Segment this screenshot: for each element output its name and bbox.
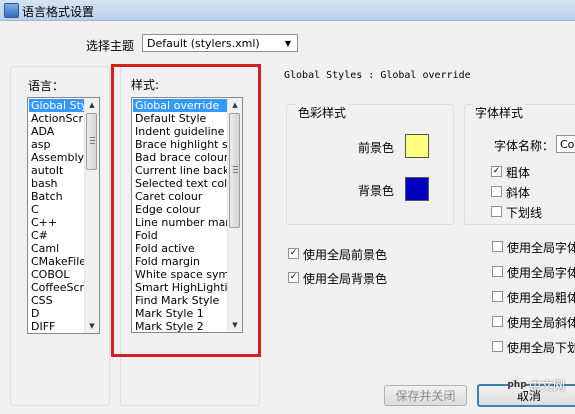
language-list-item[interactable]: D — [29, 307, 86, 320]
use-global-font-checkbox[interactable] — [492, 241, 503, 252]
language-list-item[interactable]: asp — [29, 138, 86, 151]
save-close-button[interactable]: 保存并关闭 — [384, 385, 467, 406]
language-label: 语言： — [28, 79, 65, 93]
font-style-title: 字体样式 — [473, 104, 526, 121]
language-list-item[interactable]: Assembly — [29, 151, 86, 164]
font-name-value: Co — [560, 138, 575, 151]
check-icon: ✓ — [492, 166, 501, 176]
language-list-item[interactable]: ActionScript — [29, 112, 86, 125]
language-list-item[interactable]: CMakeFile — [29, 255, 86, 268]
use-global-underline-checkbox[interactable] — [492, 341, 503, 352]
language-list-item[interactable]: bash — [29, 177, 86, 190]
use-global-bold-label: 使用全局粗体 — [507, 291, 575, 305]
app-icon — [4, 3, 19, 18]
scroll-thumb[interactable] — [86, 113, 97, 170]
use-global-italic-label: 使用全局斜体 — [507, 316, 575, 330]
use-global-italic-checkbox[interactable] — [492, 316, 503, 327]
style-path-heading: Global Styles : Global override — [284, 70, 471, 81]
php-logo-icon: php — [507, 376, 527, 394]
italic-checkbox[interactable] — [491, 186, 502, 197]
use-global-underline-label: 使用全局下划 — [507, 341, 575, 355]
language-list-item[interactable]: autoIt — [29, 164, 86, 177]
language-list-item[interactable]: CoffeeScript — [29, 281, 86, 294]
bold-checkbox[interactable]: ✓ — [491, 166, 502, 177]
language-list-item[interactable]: ADA — [29, 125, 86, 138]
language-list-item[interactable]: C — [29, 203, 86, 216]
font-name-label: 字体名称： — [494, 139, 555, 153]
color-style-title: 色彩样式 — [296, 104, 349, 121]
window-title: 语言格式设置 — [22, 5, 95, 19]
background-label: 背景色 — [358, 184, 395, 198]
language-list-item[interactable]: COBOL — [29, 268, 86, 281]
use-global-font-size-label: 使用全局字体 — [507, 266, 575, 280]
underline-checkbox[interactable] — [491, 206, 502, 217]
use-global-bold-checkbox[interactable] — [492, 291, 503, 302]
language-list-item[interactable]: Global Styles — [29, 99, 86, 112]
language-list-item[interactable]: C++ — [29, 216, 86, 229]
use-global-fg-checkbox[interactable]: ✓ — [288, 248, 299, 259]
scroll-down-icon[interactable]: ▼ — [85, 319, 99, 333]
use-global-bg-label: 使用全局背景色 — [303, 272, 388, 286]
foreground-label: 前景色 — [358, 141, 395, 155]
theme-label: 选择主题 — [86, 39, 135, 53]
use-global-font-size-checkbox[interactable] — [492, 266, 503, 277]
watermark-text: 中文网 — [529, 378, 566, 393]
language-list-item[interactable]: Batch — [29, 190, 86, 203]
color-style-group — [286, 104, 454, 225]
language-scrollbar[interactable]: ▲ ▼ — [84, 98, 99, 333]
italic-label: 斜体 — [506, 186, 531, 200]
background-color-swatch[interactable] — [405, 177, 429, 201]
underline-label: 下划线 — [506, 206, 543, 220]
highlight-annotation — [111, 64, 261, 357]
font-name-select[interactable]: Co — [556, 135, 575, 153]
check-icon: ✓ — [289, 248, 298, 258]
scroll-up-icon[interactable]: ▲ — [85, 98, 99, 112]
language-list-item[interactable]: DIFF — [29, 320, 86, 333]
theme-select[interactable]: Default (stylers.xml) ▼ — [142, 34, 298, 52]
language-list[interactable]: Global StylesActionScriptADAaspAssemblya… — [27, 97, 100, 334]
language-list-item[interactable]: C# — [29, 229, 86, 242]
foreground-color-swatch[interactable] — [405, 134, 429, 158]
use-global-fg-label: 使用全局前景色 — [303, 248, 388, 262]
chevron-down-icon: ▼ — [284, 38, 292, 48]
language-list-item[interactable]: Caml — [29, 242, 86, 255]
use-global-font-label: 使用全局字体 — [507, 241, 575, 255]
bold-label: 粗体 — [506, 166, 531, 180]
theme-select-value: Default (stylers.xml) — [147, 37, 260, 50]
title-bar: 语言格式设置 — [0, 0, 575, 21]
check-icon: ✓ — [289, 272, 298, 282]
use-global-bg-checkbox[interactable]: ✓ — [288, 272, 299, 283]
language-list-item[interactable]: CSS — [29, 294, 86, 307]
watermark: php 中文网 — [507, 376, 566, 394]
